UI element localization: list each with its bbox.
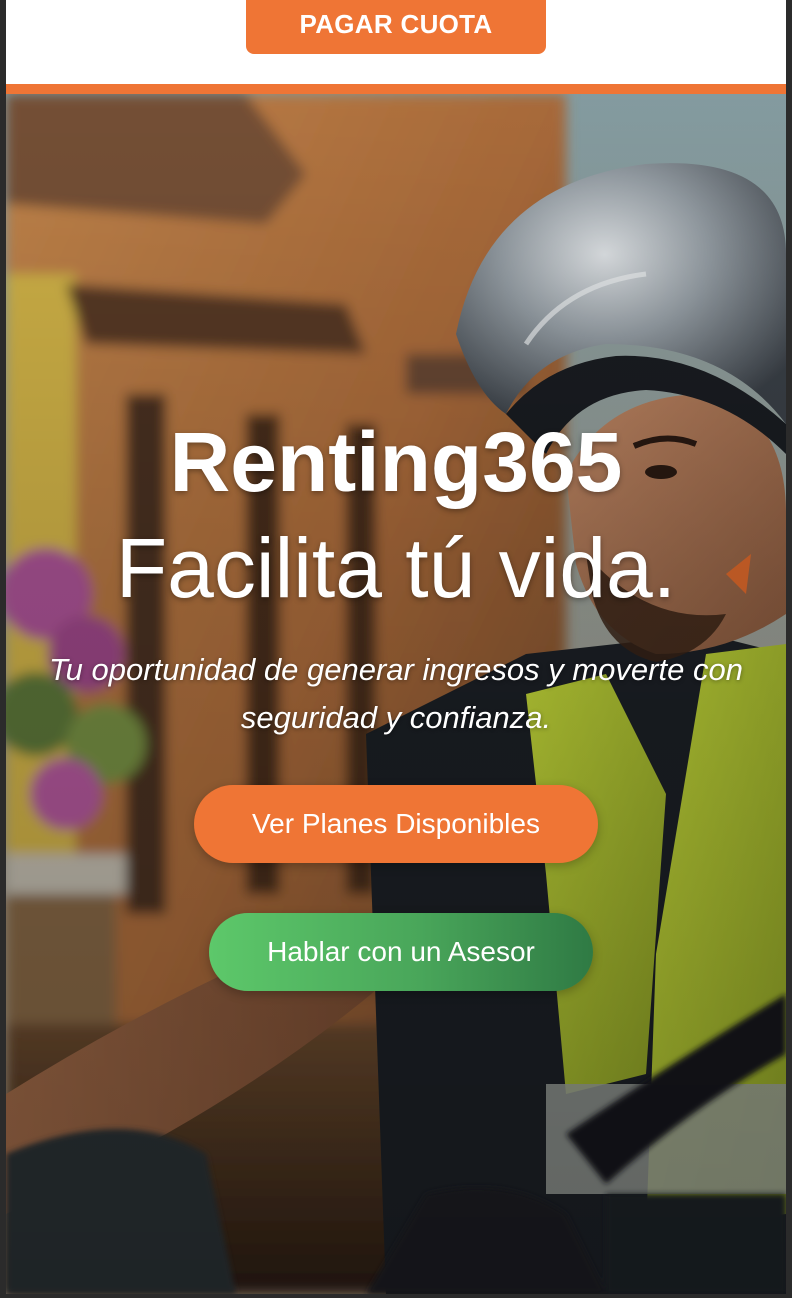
window-frame-bottom — [0, 1294, 792, 1298]
brand-title: Renting365 — [169, 415, 623, 509]
header-accent-bar — [6, 84, 786, 94]
hero-subtitle: Tu oportunidad de generar ingresos y mov… — [49, 652, 743, 735]
page: PAGAR CUOTA Renting365 Facilita tú vida.… — [0, 0, 792, 1298]
pay-installment-button[interactable]: PAGAR CUOTA — [246, 0, 546, 54]
view-plans-button[interactable]: Ver Planes Disponibles — [194, 785, 598, 863]
window-frame-right — [786, 0, 792, 1298]
talk-to-advisor-button[interactable]: Hablar con un Asesor — [209, 913, 593, 991]
hero-content: Renting365 Facilita tú vida. Tu oportuni… — [6, 94, 786, 1294]
window-frame-left — [0, 0, 6, 1298]
hero-section: Renting365 Facilita tú vida. Tu oportuni… — [6, 94, 786, 1294]
top-header: PAGAR CUOTA — [6, 0, 786, 84]
hero-tagline: Facilita tú vida. — [115, 521, 677, 615]
